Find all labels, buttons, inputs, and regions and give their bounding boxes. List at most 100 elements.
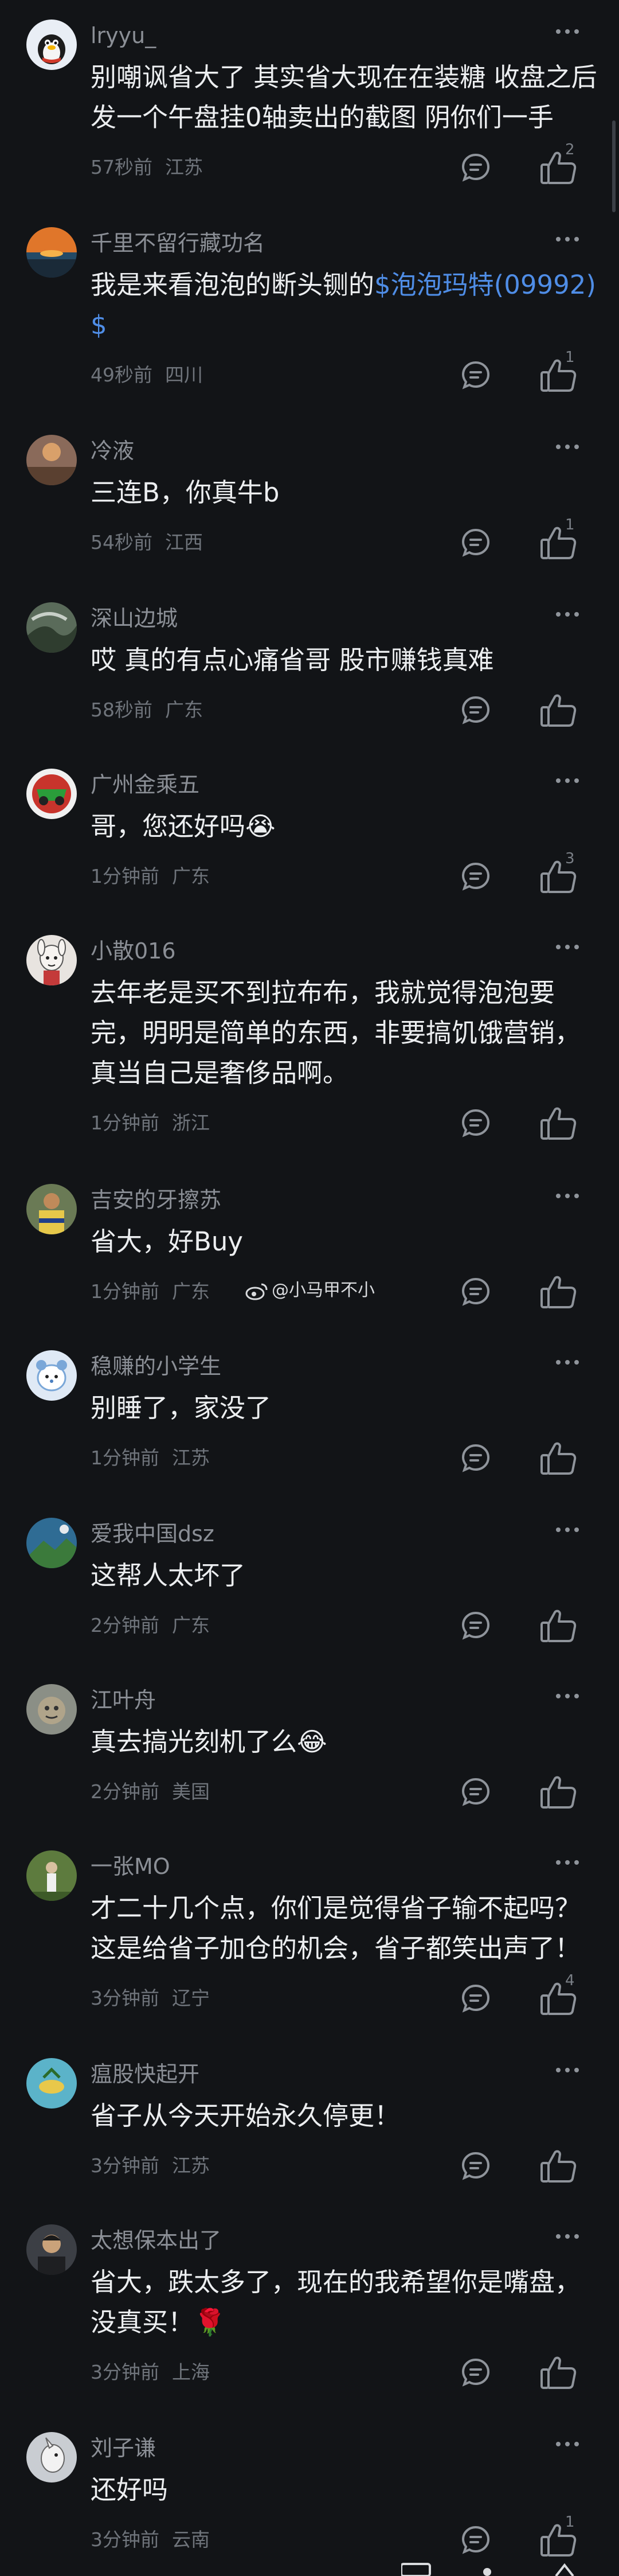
reply-icon[interactable] [461, 1983, 491, 2013]
more-options-icon[interactable] [554, 2435, 581, 2453]
more-options-icon[interactable] [554, 438, 581, 455]
comment-text: 哥，您还好吗😭 [91, 811, 276, 841]
avatar[interactable] [26, 1518, 77, 1568]
like-icon[interactable] [540, 1775, 577, 1809]
comment-meta: 3分钟前 云南 [91, 2528, 210, 2551]
comment-location: 广东 [165, 699, 203, 721]
more-options-icon[interactable] [554, 231, 581, 248]
reply-icon[interactable] [461, 862, 491, 891]
comment-meta: 49秒前 四川 [91, 364, 203, 387]
avatar[interactable] [26, 2058, 77, 2109]
comment-time: 1分钟前 [91, 1280, 159, 1303]
comment-location: 美国 [172, 1780, 210, 1803]
username[interactable]: 刘子谦 [91, 2434, 156, 2462]
username[interactable]: 小散016 [91, 937, 176, 965]
avatar[interactable] [26, 1684, 77, 1735]
reply-icon[interactable] [461, 2525, 491, 2555]
comment-item: 爱我中国dsz 这帮人太坏了 2分钟前 广东 [0, 1498, 619, 1642]
avatar[interactable] [26, 227, 77, 278]
reply-icon[interactable] [461, 1611, 491, 1640]
avatar[interactable] [26, 20, 77, 70]
comment-item: lryyu_ 别嘲讽省大了 其实省大现在在装糖 收盘之后发一个午盘挂0轴卖出的截… [0, 0, 619, 184]
username[interactable]: 爱我中国dsz [91, 1520, 214, 1548]
reply-icon[interactable] [461, 1108, 491, 1138]
username[interactable]: 吉安的牙擦苏 [91, 1186, 221, 1214]
avatar[interactable] [26, 435, 77, 485]
username[interactable]: 深山边城 [91, 605, 178, 632]
more-options-icon[interactable] [554, 2228, 581, 2245]
comment-location: 浙江 [172, 1112, 210, 1134]
more-options-icon[interactable] [554, 606, 581, 623]
comment-meta: 54秒前 江西 [91, 531, 203, 554]
comment-item: 稳赚的小学生 别睡了，家没了 1分钟前 江苏 [0, 1331, 619, 1475]
more-options-icon[interactable] [554, 1187, 581, 1205]
reply-icon[interactable] [461, 695, 491, 725]
username[interactable]: 冷液 [91, 437, 134, 465]
more-options-icon[interactable] [554, 1521, 581, 1538]
avatar[interactable] [26, 1350, 77, 1401]
avatar[interactable] [26, 1850, 77, 1901]
reply-icon[interactable] [461, 153, 491, 182]
comment-location: 辽宁 [172, 1987, 210, 2009]
comment-text: 真去搞光刻机了么😂 [91, 1727, 327, 1757]
comment-time: 1分钟前 [91, 865, 159, 887]
like-icon[interactable] [540, 1106, 577, 1140]
like-count: 4 [565, 1972, 575, 1989]
comment-item: 刘子谦 还好吗 3分钟前 云南 1 [0, 2413, 619, 2576]
username[interactable]: 广州金乘五 [91, 771, 199, 798]
reply-icon[interactable] [461, 1443, 491, 1473]
username[interactable]: lryyu_ [91, 22, 156, 49]
reply-icon[interactable] [461, 360, 491, 390]
like-icon[interactable] [540, 1608, 577, 1643]
comment-meta: 3分钟前 上海 [91, 2361, 210, 2384]
username[interactable]: 一张MO [91, 1853, 170, 1880]
comment-location: 四川 [165, 364, 203, 386]
reply-icon[interactable] [461, 528, 491, 558]
reply-icon[interactable] [461, 1277, 491, 1307]
avatar[interactable] [26, 602, 77, 653]
share-icon[interactable] [555, 2563, 574, 2576]
like-icon[interactable] [540, 1441, 577, 1475]
avatar[interactable] [26, 769, 77, 819]
username[interactable]: 太想保本出了 [91, 2227, 221, 2254]
avatar[interactable] [26, 935, 77, 985]
comment-meta: 1分钟前 浙江 [91, 1112, 210, 1135]
more-options-icon[interactable] [554, 1688, 581, 1705]
more-options-icon[interactable] [554, 772, 581, 789]
avatar[interactable] [26, 1184, 77, 1234]
comment-time: 3分钟前 [91, 2361, 159, 2383]
comment-location: 江苏 [165, 156, 203, 178]
username[interactable]: 千里不留行藏功名 [91, 229, 265, 257]
reply-icon[interactable] [461, 2151, 491, 2181]
comment-text: 还好吗 [91, 2474, 169, 2505]
reply-icon[interactable] [461, 1777, 491, 1807]
more-options-icon[interactable] [554, 2061, 581, 2079]
more-options-icon[interactable] [554, 938, 581, 956]
like-icon[interactable] [540, 693, 577, 727]
like-icon[interactable] [540, 2149, 577, 2183]
comment-location: 广东 [172, 1280, 210, 1303]
avatar[interactable] [26, 2432, 77, 2483]
reply-icon[interactable] [461, 2357, 491, 2387]
more-options-icon[interactable] [554, 23, 581, 40]
comment-time: 1分钟前 [91, 1447, 159, 1469]
dot-icon[interactable] [483, 2568, 491, 2576]
comment-item: 太想保本出了 省大，跌太多了，现在的我希望你是嘴盘，没真买！🌹 3分钟前 上海 [0, 2205, 619, 2389]
more-options-icon[interactable] [554, 1354, 581, 1371]
scrollbar[interactable] [612, 120, 616, 212]
like-icon[interactable] [540, 2355, 577, 2390]
username[interactable]: 稳赚的小学生 [91, 1353, 221, 1380]
comment-text: 省子从今天开始永久停更！ [91, 2100, 401, 2131]
comment-meta: 1分钟前 江苏 [91, 1447, 210, 1470]
like-icon[interactable] [540, 1275, 577, 1309]
more-options-icon[interactable] [554, 1854, 581, 1871]
avatar[interactable] [26, 2224, 77, 2275]
username[interactable]: 瘟股快起开 [91, 2060, 199, 2088]
comment-meta: 58秒前 广东 [91, 699, 203, 722]
username[interactable]: 江叶舟 [91, 1686, 156, 1714]
comment-time: 3分钟前 [91, 1987, 159, 2009]
comment-meta: 2分钟前 美国 [91, 1780, 210, 1803]
comment-text: 三连B，你真牛b [91, 477, 280, 508]
comment-box-icon[interactable] [400, 2563, 431, 2576]
comment-text: 我是来看泡泡的断头铡的$泡泡玛特(09992)$ [91, 265, 601, 345]
